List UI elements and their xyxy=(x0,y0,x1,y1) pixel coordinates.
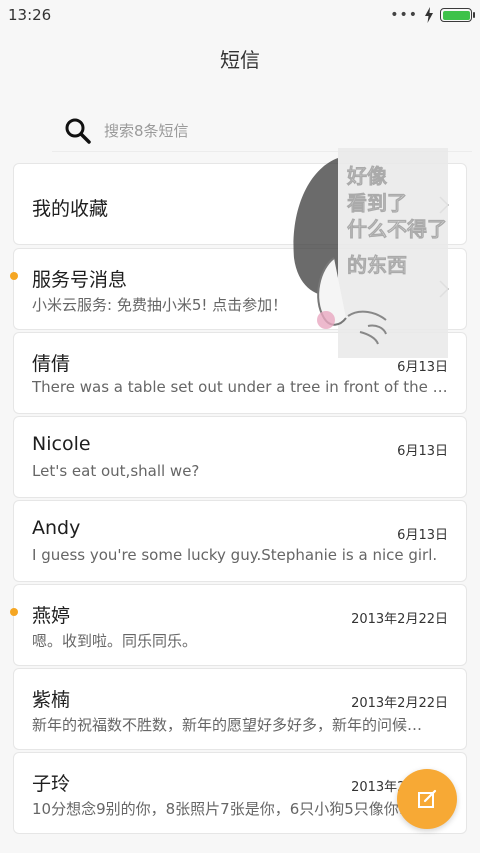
battery-icon xyxy=(440,8,475,22)
contact-name: 紫楠 xyxy=(32,689,71,711)
sticker-line: 看到了 xyxy=(347,192,407,215)
charging-bolt-icon xyxy=(425,7,433,23)
page-title: 短信 xyxy=(220,48,260,72)
unread-indicator xyxy=(10,608,18,616)
sticker-illustration: 好像 看到了 什么不得了 的东西 xyxy=(293,148,448,358)
message-preview: Let's eat out,shall we? xyxy=(32,462,200,480)
status-icons: ••• xyxy=(390,7,475,23)
conversation-item[interactable]: 燕婷 2013年2月22日 嗯。收到啦。同乐同乐。 xyxy=(10,584,467,666)
conversation-item[interactable]: Nicole 6月13日 Let's eat out,shall we? xyxy=(13,416,467,498)
sticker-line: 什么不得了 xyxy=(347,217,447,241)
message-date: 2013年2月22日 xyxy=(351,696,448,711)
sticker-image: 好像 看到了 什么不得了 的东西 xyxy=(290,148,448,358)
message-preview: I guess you're some lucky guy.Stephanie … xyxy=(32,546,438,564)
conversation-item[interactable]: 紫楠 2013年2月22日 新年的祝福数不胜数，新年的愿望好多好多，新年的问候… xyxy=(13,668,467,750)
search-bar[interactable]: 搜索8条短信 xyxy=(52,110,472,152)
message-preview: 嗯。收到啦。同乐同乐。 xyxy=(32,632,198,650)
message-date: 6月13日 xyxy=(397,528,448,543)
compose-icon xyxy=(418,789,437,808)
contact-name: Andy xyxy=(32,517,81,539)
contact-name: Nicole xyxy=(32,433,91,455)
message-preview: 10分想念9别的你，8张照片7张是你，6只小狗5只像你… xyxy=(32,800,414,818)
message-preview: There was a table set out under a tree i… xyxy=(32,378,450,396)
favorites-title: 我的收藏 xyxy=(32,198,109,220)
search-icon xyxy=(65,118,91,144)
battery-level xyxy=(442,10,470,20)
sticker-line: 好像 xyxy=(346,164,388,188)
message-date: 6月13日 xyxy=(397,360,448,375)
contact-name: 燕婷 xyxy=(32,605,71,627)
conversation-item[interactable]: Andy 6月13日 I guess you're some lucky guy… xyxy=(13,500,467,582)
search-placeholder: 搜索8条短信 xyxy=(104,122,189,140)
message-date: 2013年2月22日 xyxy=(351,612,448,627)
unread-indicator xyxy=(10,272,18,280)
contact-name: 倩倩 xyxy=(32,353,71,375)
status-time: 13:26 xyxy=(8,6,52,24)
message-preview: 新年的祝福数不胜数，新年的愿望好多好多，新年的问候… xyxy=(32,716,423,734)
contact-name: 子玲 xyxy=(32,773,71,795)
sticker-line: 的东西 xyxy=(347,253,407,277)
compose-button[interactable] xyxy=(397,769,457,829)
signal-dots-icon: ••• xyxy=(390,7,418,23)
service-title: 服务号消息 xyxy=(32,269,128,291)
status-bar: 13:26 ••• xyxy=(0,0,480,30)
message-date: 6月13日 xyxy=(397,444,448,459)
